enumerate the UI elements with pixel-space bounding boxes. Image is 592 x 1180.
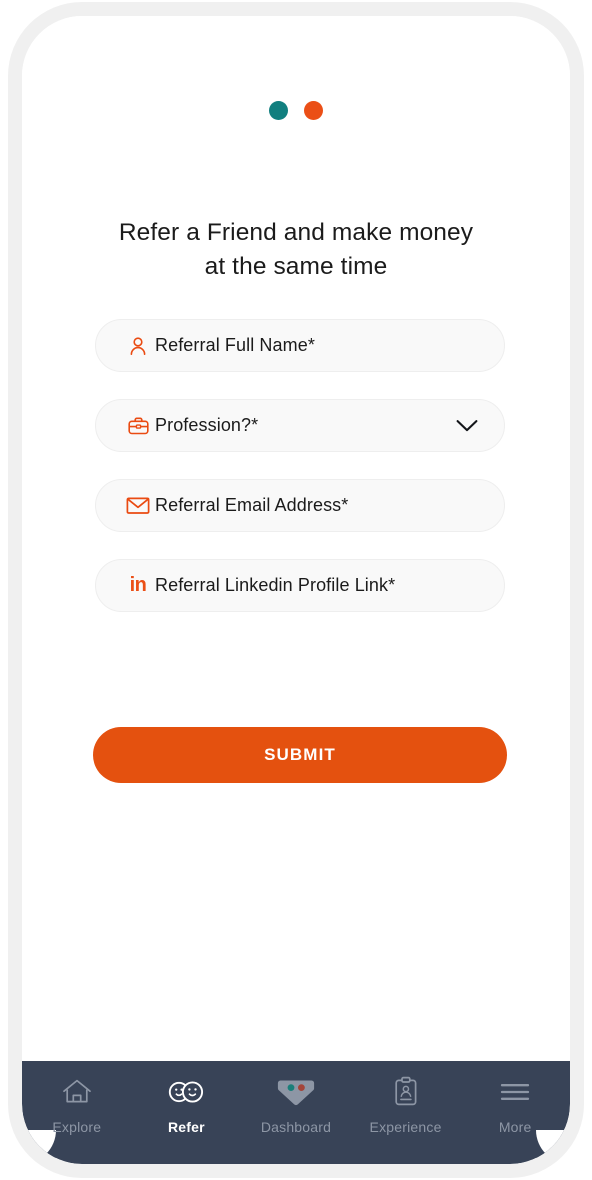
linkedin-icon: in — [129, 574, 147, 596]
referral-linkedin-input[interactable]: in Referral Linkedin Profile Link* — [95, 559, 505, 612]
profession-label: Profession?* — [155, 415, 259, 435]
clipboard-person-icon — [392, 1074, 420, 1110]
bottom-navigation: Explore Refer Dashboard Experience More — [22, 1061, 570, 1164]
phone-screen: Refer a Friend and make money at the sam… — [22, 16, 570, 1164]
nav-label-more: More — [498, 1119, 532, 1135]
submit-button[interactable]: SUBMIT — [93, 727, 507, 783]
referral-linkedin-label: Referral Linkedin Profile Link* — [155, 575, 396, 595]
hamburger-icon — [499, 1074, 531, 1110]
referral-email-input[interactable]: Referral Email Address* — [95, 479, 505, 532]
nav-label-experience: Experience — [369, 1119, 442, 1135]
bottom-nav-items: Explore Refer Dashboard Experience More — [22, 1061, 570, 1164]
page-title-line-2: at the same time — [204, 253, 388, 280]
nav-item-refer[interactable]: Refer — [132, 1074, 242, 1135]
page-title: Refer a Friend and make money at the sam… — [82, 216, 510, 284]
nav-label-refer: Refer — [167, 1119, 205, 1135]
page-title-line-1: Refer a Friend and make money — [118, 219, 474, 246]
chevron-down-icon[interactable] — [456, 419, 478, 432]
envelope-icon — [121, 496, 155, 515]
home-icon — [61, 1074, 93, 1110]
nav-item-more[interactable]: More — [460, 1074, 570, 1135]
briefcase-icon — [121, 415, 155, 437]
referral-form: Referral Full Name* Profession?* Referra… — [95, 319, 505, 640]
person-icon — [121, 335, 155, 357]
phone-frame: Refer a Friend and make money at the sam… — [22, 16, 570, 1164]
profession-select[interactable]: Profession?* — [95, 399, 505, 452]
nav-item-experience[interactable]: Experience — [351, 1074, 461, 1135]
nav-item-explore[interactable]: Explore — [22, 1074, 132, 1135]
nav-label-explore: Explore — [52, 1119, 102, 1135]
dot-orange[interactable] — [304, 101, 323, 120]
referral-full-name-input[interactable]: Referral Full Name* — [95, 319, 505, 372]
two-faces-icon — [165, 1074, 207, 1110]
nav-label-dashboard: Dashboard — [260, 1119, 332, 1135]
diamond-icon — [276, 1074, 316, 1110]
nav-item-dashboard[interactable]: Dashboard — [241, 1074, 351, 1135]
referral-email-label: Referral Email Address* — [155, 495, 349, 515]
dot-teal[interactable] — [269, 101, 288, 120]
pager-dots — [22, 101, 570, 120]
referral-full-name-label: Referral Full Name* — [155, 335, 315, 355]
